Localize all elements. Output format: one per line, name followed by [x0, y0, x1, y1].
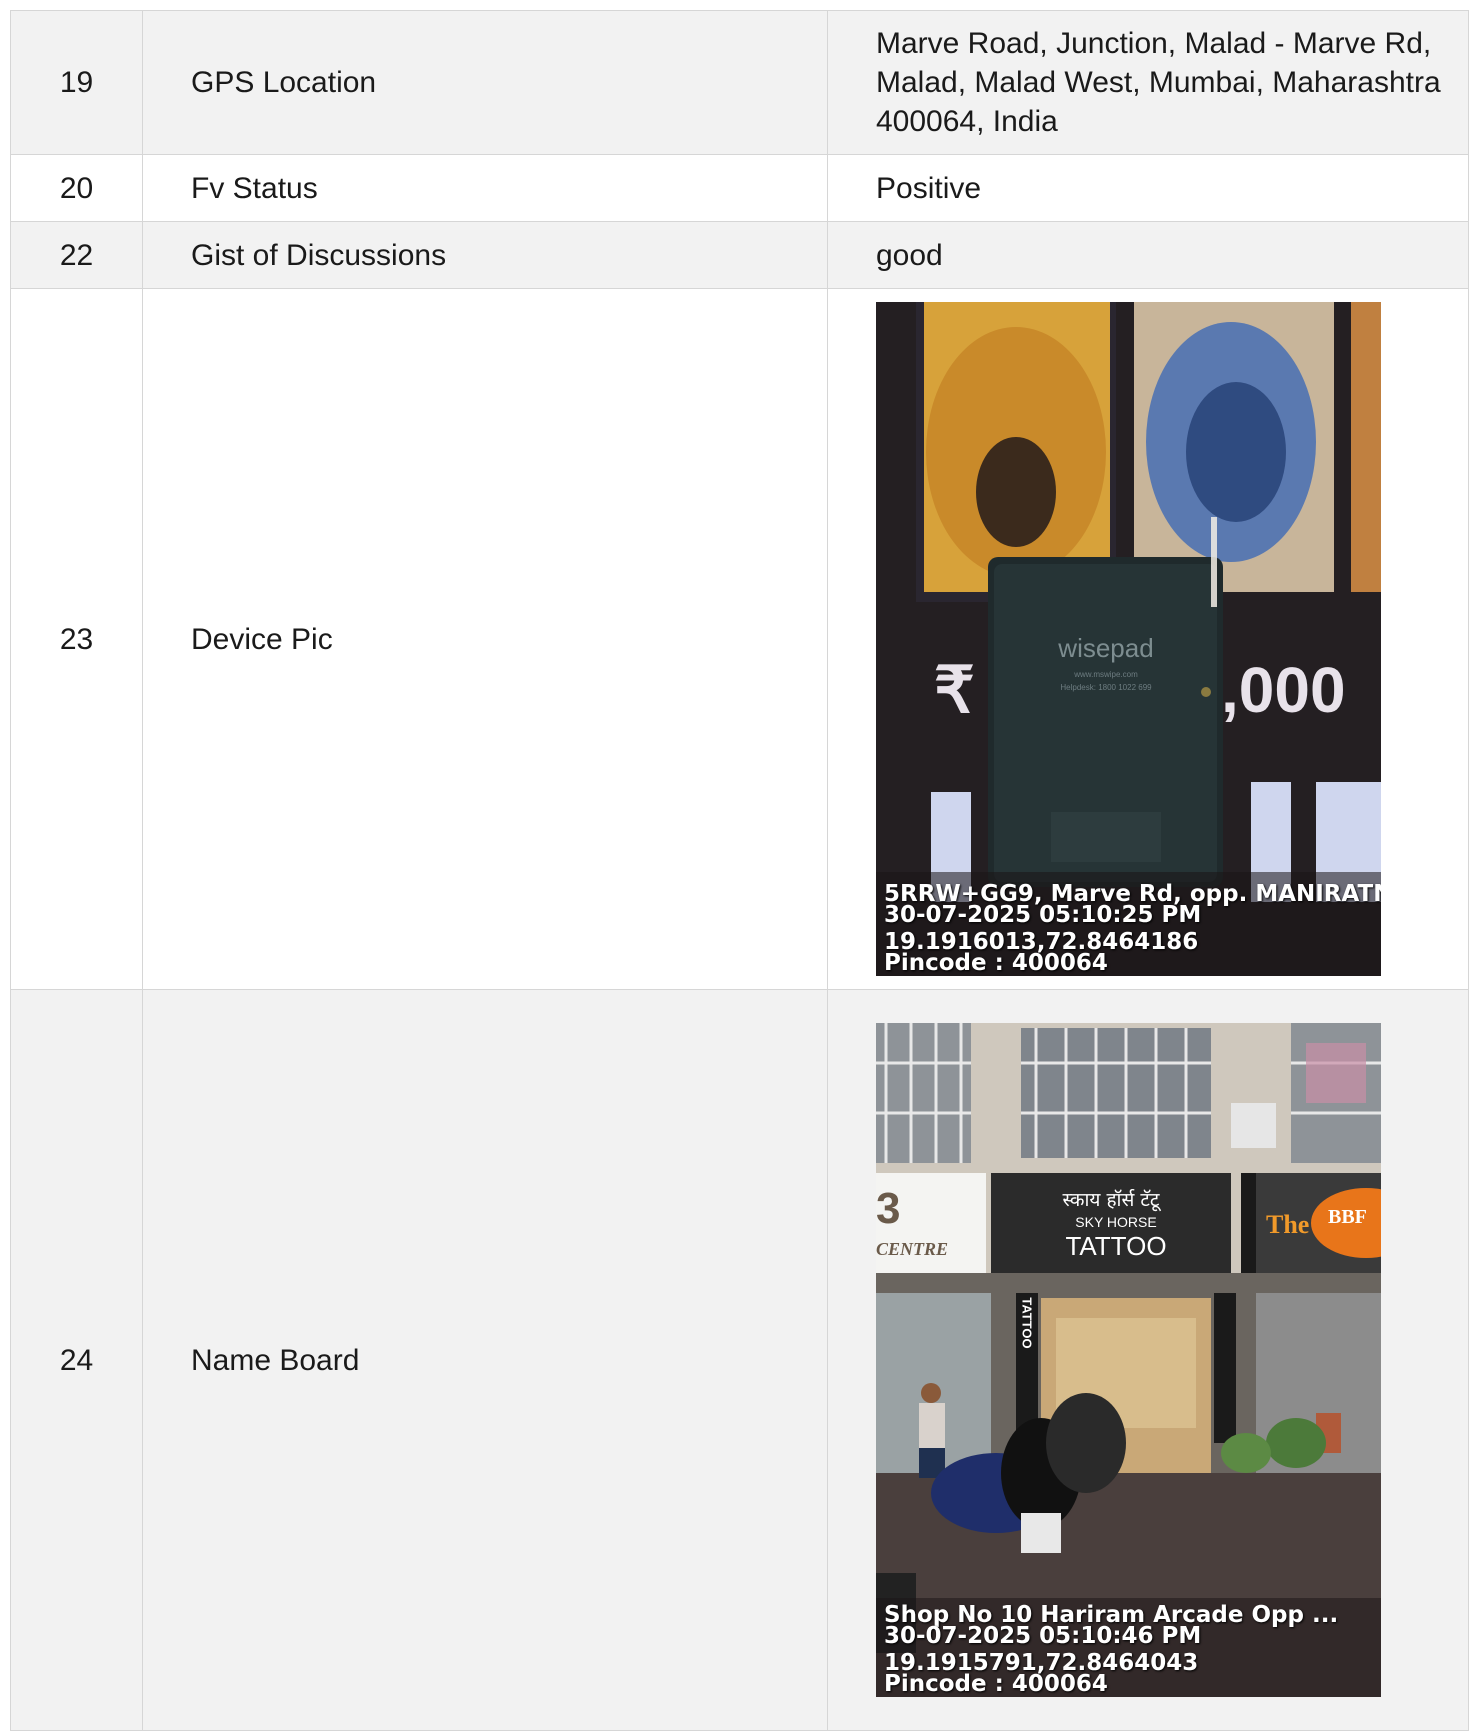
side-tattoo-sign: TATTOO — [1020, 1297, 1035, 1348]
row-label: GPS Location — [142, 10, 828, 155]
sign-line-1: SKY HORSE — [1075, 1214, 1156, 1230]
device-pic-cell: ₹ 2 ,000 wisepad www.mswipe.com Helpdesk… — [827, 288, 1469, 990]
row-label: Fv Status — [142, 154, 828, 222]
row-label: Gist of Discussions — [142, 221, 828, 289]
fv-status-value: Positive — [827, 154, 1469, 222]
gps-location-value: Marve Road, Junction, Malad - Marve Rd, … — [827, 10, 1469, 155]
row-label: Name Board — [142, 989, 828, 1731]
poster-amount-right: ,000 — [1221, 654, 1346, 726]
address-line: 400064, India — [876, 105, 1058, 138]
device-helpdesk: Helpdesk: 1800 1022 699 — [1060, 683, 1152, 692]
row-number: 24 — [10, 989, 143, 1731]
sign-line-2: TATTOO — [1065, 1231, 1166, 1261]
geotag-pincode: Pincode : 400064 — [884, 950, 1108, 976]
device-brand: wisepad — [1057, 633, 1153, 663]
row-label: Device Pic — [142, 288, 828, 990]
device-photo-drawing: ₹ 2 ,000 wisepad www.mswipe.com Helpdesk… — [876, 302, 1381, 976]
device-photo: ₹ 2 ,000 wisepad www.mswipe.com Helpdesk… — [876, 302, 1381, 976]
address-line: Marve Road, Junction, Malad - Marve Rd, — [876, 27, 1432, 60]
gist-value: good — [827, 221, 1469, 289]
address-line: Malad, Malad West, Mumbai, Maharashtra — [876, 66, 1441, 99]
name-board-cell: 3 CENTRE स्काय हॉर्स टॅटू SKY HORSE TATT… — [827, 989, 1469, 1731]
geotag-pincode: Pincode : 400064 — [884, 1671, 1108, 1697]
sign-hindi-text: स्काय हॉर्स टॅटू — [1062, 1188, 1161, 1212]
table-row: 23 Device Pic ₹ 2 ,000 wisepad www.mswip… — [10, 288, 1469, 990]
row-number: 23 — [10, 288, 143, 990]
verification-table: 19 GPS Location Marve Road, Junction, Ma… — [10, 10, 1469, 1731]
right-shop-logo: BBF — [1328, 1206, 1367, 1228]
right-shop-sign: The — [1266, 1210, 1309, 1239]
row-number: 19 — [10, 10, 143, 155]
photo-geotag-overlay: 5RRW+GG9, Marve Rd, opp. MANIRATNA JE 30… — [884, 883, 1381, 976]
table-row: 22 Gist of Discussions good — [10, 221, 1469, 289]
photo-geotag-overlay: Shop No 10 Hariram Arcade Opp ... 30-07-… — [884, 1604, 1338, 1697]
geotag-timestamp: 30-07-2025 05:10:46 PM — [884, 1623, 1202, 1649]
geotag-timestamp: 30-07-2025 05:10:25 PM — [884, 902, 1202, 928]
row-number: 22 — [10, 221, 143, 289]
table-row: 24 Name Board 3 CENTRE स्काय हॉर्स टॅटू … — [10, 989, 1469, 1731]
table-row: 20 Fv Status Positive — [10, 154, 1469, 222]
name-board-photo: 3 CENTRE स्काय हॉर्स टॅटू SKY HORSE TATT… — [876, 1023, 1381, 1697]
left-shop-sign: CENTRE — [876, 1239, 948, 1259]
name-board-photo-drawing: 3 CENTRE स्काय हॉर्स टॅटू SKY HORSE TATT… — [876, 1023, 1381, 1697]
svg-text:3: 3 — [876, 1184, 900, 1233]
row-number: 20 — [10, 154, 143, 222]
table-row: 19 GPS Location Marve Road, Junction, Ma… — [10, 10, 1469, 155]
device-site: www.mswipe.com — [1073, 670, 1138, 679]
